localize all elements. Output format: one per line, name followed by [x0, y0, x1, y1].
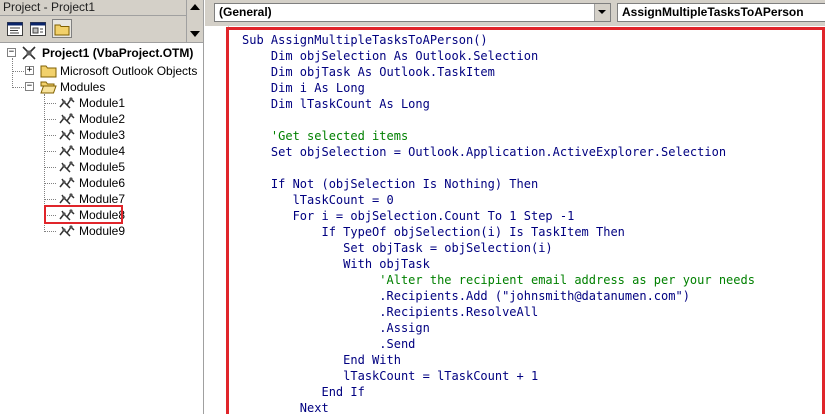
object-dropdown-value: (General) — [219, 5, 272, 19]
tree-item-module4[interactable]: Module4 — [0, 143, 203, 159]
module-icon — [59, 113, 75, 125]
collapse-icon[interactable]: − — [25, 82, 34, 91]
tree-label-module: Module5 — [79, 160, 126, 174]
code-window-header: (General) AssignMultipleTasksToAPerson — [205, 0, 825, 26]
procedure-dropdown[interactable]: AssignMultipleTasksToAPerson — [617, 3, 825, 22]
view-object-button[interactable] — [28, 19, 48, 38]
open-folder-icon — [40, 81, 57, 94]
vba-project-icon — [22, 46, 36, 60]
project-explorer: Project - Project1 × — [0, 0, 204, 414]
tree-item-project[interactable]: − Project1 (VbaProject.OTM) — [0, 45, 203, 61]
view-code-icon — [7, 21, 23, 36]
tree-item-modules[interactable]: − Modules — [0, 79, 203, 95]
collapse-icon[interactable]: − — [7, 48, 16, 57]
module8-highlight — [44, 205, 123, 224]
module-icon — [59, 193, 75, 205]
tree-label-outlook-objects: Microsoft Outlook Objects — [60, 64, 198, 78]
module-icon — [59, 177, 75, 189]
project-explorer-titlebar: Project - Project1 × — [0, 0, 203, 16]
folder-icon — [40, 65, 57, 78]
procedure-dropdown-value: AssignMultipleTasksToAPerson — [622, 5, 804, 19]
tree-item-module9[interactable]: Module9 — [0, 223, 203, 239]
project-explorer-title: Project - Project1 — [3, 0, 96, 14]
code-highlight — [226, 27, 825, 414]
tree-item-module5[interactable]: Module5 — [0, 159, 203, 175]
tree-label-module: Module3 — [79, 128, 126, 142]
toggle-folders-button[interactable] — [52, 19, 72, 38]
module-icon — [59, 97, 75, 109]
view-code-button[interactable] — [5, 19, 25, 38]
tree-item-outlook-objects[interactable]: + Microsoft Outlook Objects — [0, 63, 203, 79]
tree-item-module1[interactable]: Module1 — [0, 95, 203, 111]
toggle-folders-icon — [54, 24, 70, 35]
tree-label-module: Module2 — [79, 112, 126, 126]
tree-label-module: Module6 — [79, 176, 126, 190]
module-icon — [59, 145, 75, 157]
object-dropdown[interactable]: (General) — [214, 3, 611, 22]
module-icon — [59, 225, 75, 237]
tree-item-module3[interactable]: Module3 — [0, 127, 203, 143]
tree-label-project: Project1 (VbaProject.OTM) — [42, 46, 194, 60]
module-icon — [59, 129, 75, 141]
view-object-icon — [30, 21, 46, 36]
tree-label-module: Module9 — [79, 224, 126, 238]
module-icon — [59, 161, 75, 173]
tree-label-modules: Modules — [60, 80, 106, 94]
project-explorer-toolbar — [0, 16, 203, 43]
tree-item-module2[interactable]: Module2 — [0, 111, 203, 127]
tree-item-module6[interactable]: Module6 — [0, 175, 203, 191]
expand-icon[interactable]: + — [25, 66, 34, 75]
tree-label-module: Module1 — [79, 96, 126, 110]
tree-label-module: Module4 — [79, 144, 126, 158]
chevron-down-icon[interactable] — [594, 4, 610, 21]
project-explorer-scrollbar[interactable] — [186, 0, 203, 42]
